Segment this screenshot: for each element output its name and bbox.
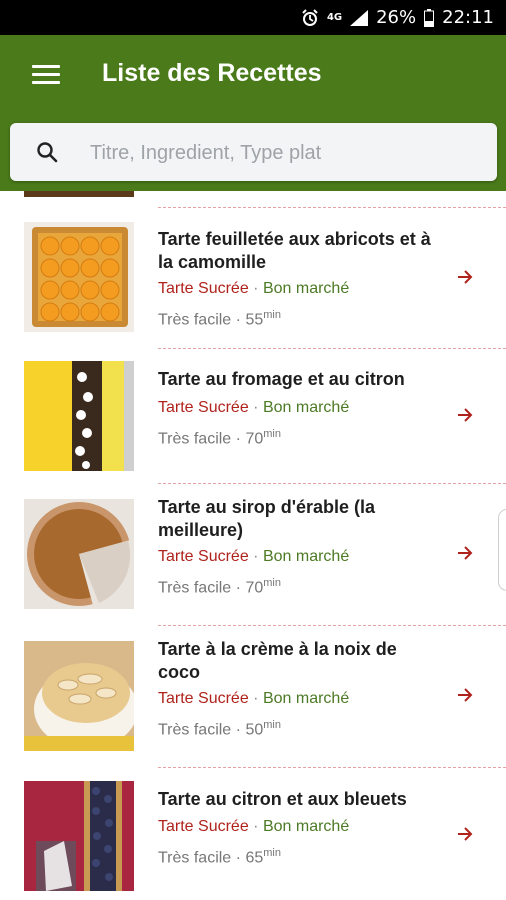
meta-separator: · (253, 690, 259, 707)
recipe-price: Bon marché (262, 399, 350, 416)
meta-separator: · (253, 280, 259, 297)
recipe-info: Très facile · 70min (158, 424, 281, 449)
recipe-difficulty: Très facile (158, 849, 232, 867)
time-unit: min (263, 577, 281, 589)
clock: 22:11 (442, 7, 494, 28)
battery-icon (424, 8, 435, 27)
menu-icon[interactable] (32, 65, 60, 89)
scrollbar-handle[interactable] (498, 509, 506, 591)
recipe-category: Tarte Sucrée (158, 818, 249, 835)
recipe-info: Très facile · 55min (158, 305, 281, 330)
meta-separator: · (235, 721, 241, 739)
recipe-meta: Tarte Sucrée · Bon marché (158, 398, 349, 418)
recipe-meta: Tarte Sucrée · Bon marché (158, 817, 349, 837)
recipe-category: Tarte Sucrée (158, 548, 249, 565)
battery-percent: 26% (376, 7, 417, 28)
recipe-price: Bon marché (262, 280, 350, 297)
recipe-difficulty: Très facile (158, 579, 232, 597)
time-unit: min (263, 719, 281, 731)
recipe-time: 70 (245, 430, 264, 448)
recipe-thumbnail (24, 499, 134, 609)
meta-separator: · (235, 579, 241, 597)
arrow-right-icon[interactable] (455, 543, 475, 563)
recipe-category: Tarte Sucrée (158, 399, 249, 416)
recipe-difficulty: Très facile (158, 430, 232, 448)
page-title: Liste des Recettes (102, 59, 322, 87)
time-unit: min (263, 847, 281, 859)
recipe-row[interactable]: Tarte feuilletée aux abricots et à la ca… (0, 208, 506, 348)
recipe-info: Très facile · 65min (158, 843, 281, 868)
recipe-title: Tarte feuilletée aux abricots et à la ca… (158, 229, 431, 272)
recipe-info: Très facile · 70min (158, 573, 281, 598)
arrow-right-icon[interactable] (455, 267, 475, 287)
search-icon[interactable] (36, 141, 58, 163)
recipe-difficulty: Très facile (158, 311, 232, 329)
meta-separator: · (235, 311, 241, 329)
recipe-thumbnail (24, 222, 134, 332)
recipe-meta: Tarte Sucrée · Bon marché (158, 279, 349, 299)
recipe-category: Tarte Sucrée (158, 690, 249, 707)
meta-separator: · (253, 548, 259, 565)
recipe-title: Tarte au citron et aux bleuets (158, 789, 407, 809)
recipe-thumbnail (24, 781, 134, 891)
meta-separator: · (235, 849, 241, 867)
alarm-icon (301, 8, 319, 27)
recipe-price: Bon marché (262, 818, 350, 835)
recipe-title: Tarte au fromage et au citron (158, 369, 405, 389)
recipe-row[interactable]: Tarte au citron et aux bleuets Tarte Suc… (0, 767, 506, 900)
arrow-right-icon[interactable] (455, 824, 475, 844)
recipe-time: 55 (245, 311, 264, 329)
recipe-title: Tarte à la crème à la noix de coco (158, 639, 397, 682)
recipe-time: 65 (245, 849, 264, 867)
recipe-info: Très facile · 50min (158, 715, 281, 740)
recipe-price: Bon marché (262, 690, 350, 707)
recipe-difficulty: Très facile (158, 721, 232, 739)
app-bar: Liste des Recettes (0, 35, 506, 191)
time-unit: min (263, 309, 281, 321)
search-bar[interactable] (10, 123, 497, 181)
recipe-row[interactable]: Tarte à la crème à la noix de coco Tarte… (0, 625, 506, 765)
recipe-thumbnail-partial (24, 191, 134, 197)
meta-separator: · (253, 818, 259, 835)
recipe-time: 70 (245, 579, 264, 597)
search-input[interactable] (88, 137, 472, 169)
recipe-list[interactable]: Tarte feuilletée aux abricots et à la ca… (0, 191, 506, 900)
recipe-title: Tarte au sirop d'érable (la meilleure) (158, 497, 376, 540)
recipe-thumbnail (24, 361, 134, 471)
recipe-category: Tarte Sucrée (158, 280, 249, 297)
recipe-row[interactable]: Tarte au sirop d'érable (la meilleure) T… (0, 483, 506, 623)
recipe-time: 50 (245, 721, 264, 739)
recipe-meta: Tarte Sucrée · Bon marché (158, 547, 349, 567)
arrow-right-icon[interactable] (455, 685, 475, 705)
recipe-price: Bon marché (262, 548, 350, 565)
network-label: 4G (326, 12, 343, 23)
recipe-thumbnail (24, 641, 134, 751)
recipe-row[interactable]: Tarte au fromage et au citron Tarte Sucr… (0, 348, 506, 488)
time-unit: min (263, 428, 281, 440)
signal-icon (350, 9, 369, 26)
meta-separator: · (235, 430, 241, 448)
recipe-meta: Tarte Sucrée · Bon marché (158, 689, 349, 709)
status-bar: 4G 26% 22:11 (0, 0, 506, 35)
arrow-right-icon[interactable] (455, 405, 475, 425)
meta-separator: · (253, 399, 259, 416)
